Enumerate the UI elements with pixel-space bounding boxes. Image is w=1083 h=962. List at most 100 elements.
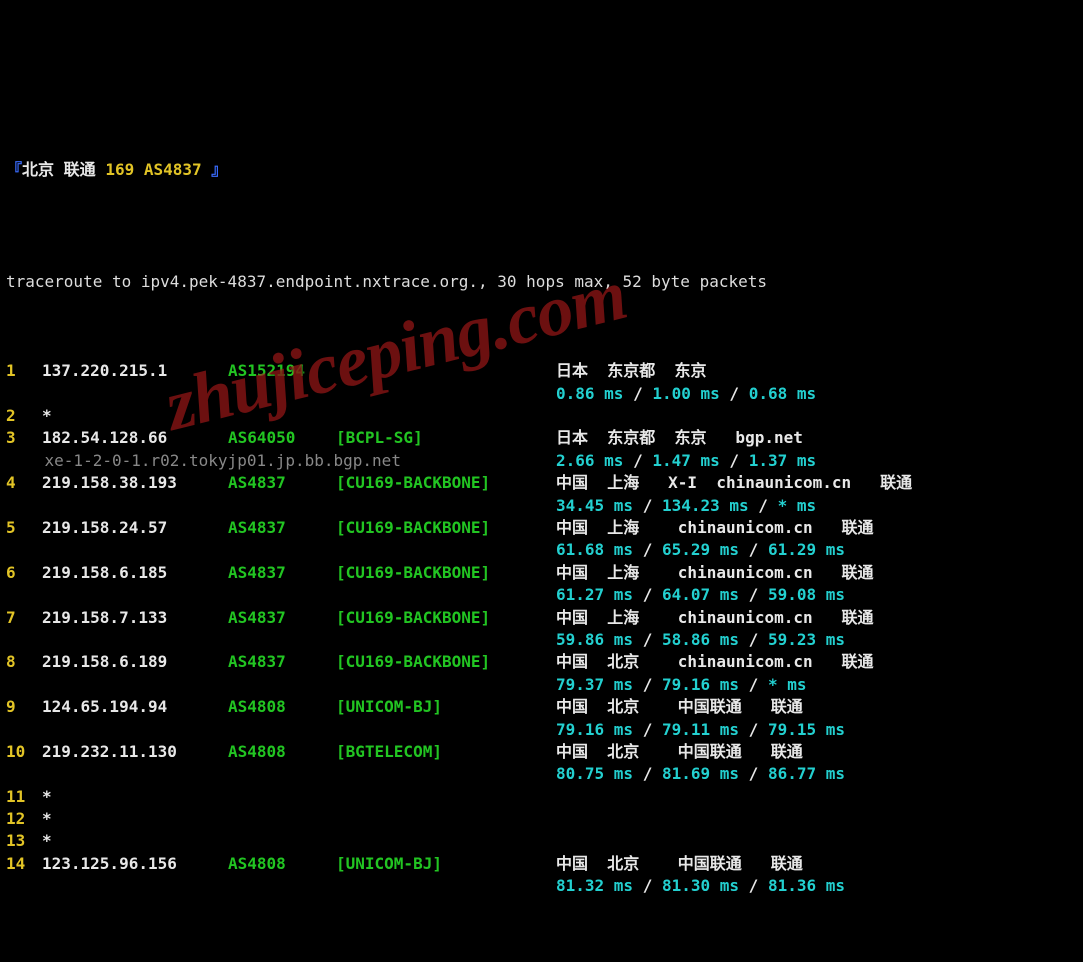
hop-asn: AS4837 xyxy=(228,651,336,673)
hop-row: 2* xyxy=(6,405,1077,427)
rtt-sep: / xyxy=(623,451,652,470)
hop-asn: AS4808 xyxy=(228,696,336,718)
hop-row: 11* xyxy=(6,786,1077,808)
hop-row: 12* xyxy=(6,808,1077,830)
rtt-sep: / xyxy=(633,496,662,515)
rtt-sep: / xyxy=(739,585,768,604)
hop-ip: * xyxy=(42,405,228,427)
hdr-a: 北京 xyxy=(22,160,54,179)
hop-number: 2 xyxy=(6,405,42,427)
hop-row: 8219.158.6.189AS4837[CU169-BACKBONE]中国 北… xyxy=(6,651,1077,673)
hdr-169: 169 xyxy=(105,160,134,179)
hop-ip: 124.65.194.94 xyxy=(42,696,228,718)
hop-tag-empty xyxy=(336,405,556,427)
hop-number: 10 xyxy=(6,741,42,763)
hop-rtt: 59.86 ms / 58.86 ms / 59.23 ms xyxy=(556,629,1077,651)
rtt-sep: / xyxy=(739,764,768,783)
hop-tag: [CU169-BACKBONE] xyxy=(336,651,556,673)
rtt-sep: / xyxy=(720,451,749,470)
rtt-value: * ms xyxy=(778,496,817,515)
rtt-sep: / xyxy=(739,675,768,694)
hdr-b: 联通 xyxy=(54,160,105,179)
hop-location: 日本 东京都 东京 bgp.net xyxy=(556,427,1077,449)
rtt-sep: / xyxy=(739,720,768,739)
rtt-value: 79.37 ms xyxy=(556,675,633,694)
rtt-value: 59.08 ms xyxy=(768,585,845,604)
rtt-sep: / xyxy=(749,496,778,515)
rtt-value: 81.69 ms xyxy=(662,764,739,783)
trace-intro: traceroute to ipv4.pek-4837.endpoint.nxt… xyxy=(6,271,1077,293)
bracket-open: 『 xyxy=(6,160,22,179)
rtt-value: 0.86 ms xyxy=(556,384,623,403)
hop-row: 10219.232.11.130AS4808[BGTELECOM]中国 北京 中… xyxy=(6,741,1077,763)
hop-number: 14 xyxy=(6,853,42,875)
hop-number: 6 xyxy=(6,562,42,584)
rtt-value: 79.11 ms xyxy=(662,720,739,739)
hop-ip: 219.158.38.193 xyxy=(42,472,228,494)
hop-rtt: 2.66 ms / 1.47 ms / 1.37 ms xyxy=(556,450,1077,472)
hop-asn: AS64050 xyxy=(228,427,336,449)
hop-row: 9124.65.194.94AS4808[UNICOM-BJ]中国 北京 中国联… xyxy=(6,696,1077,718)
hop-row-detail: xe-1-2-0-1.r02.tokyjp01.jp.bb.bgp.net 2.6… xyxy=(6,450,1077,472)
rtt-value: 64.07 ms xyxy=(662,585,739,604)
hop-tag: [BCPL-SG] xyxy=(336,427,556,449)
hop-rtt: 79.16 ms / 79.11 ms / 79.15 ms xyxy=(556,719,1077,741)
hop-tag: [CU169-BACKBONE] xyxy=(336,562,556,584)
rtt-value: 1.37 ms xyxy=(749,451,816,470)
rtt-sep: / xyxy=(720,384,749,403)
hop-tag: [UNICOM-BJ] xyxy=(336,696,556,718)
rtt-value: 80.75 ms xyxy=(556,764,633,783)
rtt-value: 34.45 ms xyxy=(556,496,633,515)
hop-row: 4219.158.38.193AS4837[CU169-BACKBONE]中国 … xyxy=(6,472,1077,494)
hop-location: 中国 北京 中国联通 联通 xyxy=(556,696,1077,718)
rtt-sep: / xyxy=(633,876,662,895)
rtt-sep: / xyxy=(633,675,662,694)
rtt-value: 2.66 ms xyxy=(556,451,623,470)
hop-asn: AS4808 xyxy=(228,853,336,875)
rtt-value: 0.68 ms xyxy=(749,384,816,403)
rtt-sep: / xyxy=(633,764,662,783)
hop-row: 14123.125.96.156AS4808[UNICOM-BJ]中国 北京 中… xyxy=(6,853,1077,875)
hop-ip: * xyxy=(42,786,228,808)
hop-ip: * xyxy=(42,830,228,852)
hop-location: 中国 上海 X-I chinaunicom.cn 联通 xyxy=(556,472,1077,494)
rtt-value: 59.86 ms xyxy=(556,630,633,649)
hop-location: 中国 北京 中国联通 联通 xyxy=(556,853,1077,875)
hop-asn-empty xyxy=(228,786,336,808)
hop-asn: AS4837 xyxy=(228,517,336,539)
rtt-value: 1.47 ms xyxy=(652,451,719,470)
rtt-value: 79.16 ms xyxy=(556,720,633,739)
hop-number: 9 xyxy=(6,696,42,718)
hop-rtt: 61.68 ms / 65.29 ms / 61.29 ms xyxy=(556,539,1077,561)
hop-row: 1137.220.215.1AS152194日本 东京都 东京 xyxy=(6,360,1077,382)
hop-location: 中国 上海 chinaunicom.cn 联通 xyxy=(556,517,1077,539)
hop-row-detail: 79.37 ms / 79.16 ms / * ms xyxy=(6,674,1077,696)
hop-ip: 123.125.96.156 xyxy=(42,853,228,875)
hop-asn: AS4837 xyxy=(228,472,336,494)
rtt-sep: / xyxy=(739,540,768,559)
hop-location: 日本 东京都 东京 xyxy=(556,360,1077,382)
rtt-value: 86.77 ms xyxy=(768,764,845,783)
hop-row-detail: 81.32 ms / 81.30 ms / 81.36 ms xyxy=(6,875,1077,897)
hop-number: 11 xyxy=(6,786,42,808)
hop-location: 中国 北京 chinaunicom.cn 联通 xyxy=(556,651,1077,673)
hop-row: 7219.158.7.133AS4837[CU169-BACKBONE]中国 上… xyxy=(6,607,1077,629)
hop-number: 13 xyxy=(6,830,42,852)
rtt-value: 134.23 ms xyxy=(662,496,749,515)
bracket-close: 』 xyxy=(202,160,228,179)
hop-number: 7 xyxy=(6,607,42,629)
hop-ip: 219.158.24.57 xyxy=(42,517,228,539)
hop-ip: 137.220.215.1 xyxy=(42,360,228,382)
rtt-value: 81.36 ms xyxy=(768,876,845,895)
rtt-sep: / xyxy=(739,876,768,895)
rtt-sep: / xyxy=(633,585,662,604)
rtt-sep: / xyxy=(633,720,662,739)
rtt-sep: / xyxy=(633,630,662,649)
hop-rdns: xe-1-2-0-1.r02.tokyjp01.jp.bb.bgp.net xyxy=(6,451,401,470)
rtt-value: 59.23 ms xyxy=(768,630,845,649)
rtt-value: 81.30 ms xyxy=(662,876,739,895)
hop-tag: [CU169-BACKBONE] xyxy=(336,517,556,539)
hop-number: 12 xyxy=(6,808,42,830)
trace-header: 『北京 联通 169 AS4837 』 xyxy=(6,136,1077,203)
hop-tag-empty xyxy=(336,830,556,852)
